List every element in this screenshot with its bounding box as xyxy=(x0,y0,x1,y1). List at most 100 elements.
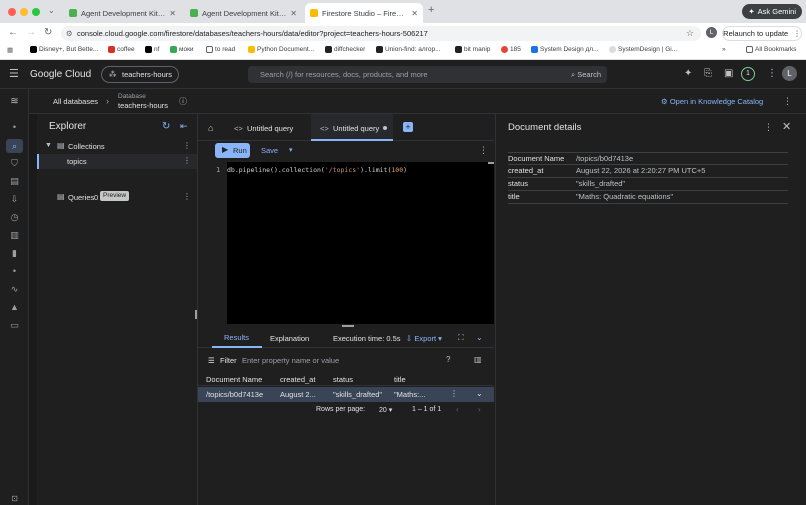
explorer-resize-handle[interactable] xyxy=(195,310,197,319)
bookmark-item[interactable]: diffchecker xyxy=(325,46,365,53)
cloud-shell-icon[interactable]: ▣ xyxy=(724,69,733,79)
save-button[interactable]: Save xyxy=(261,146,278,155)
browser-tab-1[interactable]: Agent Development Kit Dev UI ✕ xyxy=(64,3,181,23)
window-maximize-button[interactable] xyxy=(32,8,40,16)
kebab-menu-icon[interactable]: ⋮ xyxy=(764,122,773,133)
search-button[interactable]: ⌕ Search xyxy=(571,66,601,83)
filter-input[interactable]: Enter property name or value xyxy=(242,356,339,365)
next-page-icon[interactable]: › xyxy=(478,405,481,414)
project-selector[interactable]: ⁂ teachers-hours xyxy=(101,66,179,83)
gemini-spark-icon[interactable]: ✦ xyxy=(684,69,692,79)
scrollbar-thumb[interactable] xyxy=(488,162,494,164)
chevron-down-icon[interactable]: ⌄ xyxy=(476,333,483,342)
kebab-menu-icon[interactable]: ⋮ xyxy=(450,389,458,398)
column-header[interactable]: Document Name xyxy=(206,375,262,384)
refresh-icon[interactable]: ↻ xyxy=(162,121,170,132)
site-info-icon[interactable]: ⚙ xyxy=(66,26,73,41)
close-tab-icon[interactable]: ✕ xyxy=(411,9,418,18)
all-bookmarks-folder[interactable]: All Bookmarks xyxy=(746,46,797,53)
close-icon[interactable]: ✕ xyxy=(782,120,791,133)
run-button[interactable]: ▶ Run xyxy=(215,143,250,158)
bookmark-folder[interactable]: to read xyxy=(206,46,235,53)
bookmark-item[interactable]: Disney+, But Bette... xyxy=(30,46,98,53)
info-icon[interactable]: ⓘ xyxy=(179,96,187,107)
hamburger-menu-icon[interactable]: ☰ xyxy=(9,69,19,80)
apps-grid-icon[interactable]: ▦ xyxy=(7,46,13,54)
back-arrow-icon[interactable]: ← xyxy=(8,27,18,38)
reload-icon[interactable]: ↻ xyxy=(44,27,52,38)
query-tab-2-active[interactable]: <> Untitled query xyxy=(311,114,393,141)
profile-avatar[interactable]: L xyxy=(706,27,717,38)
relaunch-button[interactable]: Relaunch to update ⋮ xyxy=(722,26,802,41)
help-icon[interactable]: ? xyxy=(446,355,450,364)
notifications-badge[interactable]: 1 xyxy=(741,67,755,81)
firestore-logo-icon[interactable]: ≋ xyxy=(9,97,20,107)
close-tab-icon[interactable]: ✕ xyxy=(290,9,297,18)
add-query-tab-icon[interactable]: + xyxy=(403,122,413,132)
collapse-panel-icon[interactable]: ⇤ xyxy=(180,121,188,132)
database-name[interactable]: teachers-hours xyxy=(118,101,168,110)
import-export-icon[interactable]: ⇩ xyxy=(9,195,20,204)
tab-search-icon[interactable]: ⌄ xyxy=(48,6,55,15)
browser-tab-active[interactable]: Firestore Studio – Firestore ✕ xyxy=(305,3,423,23)
rows-per-page-select[interactable]: 20 ▾ xyxy=(379,406,392,414)
query-tab-1[interactable]: <> Untitled query xyxy=(228,114,308,141)
collection-item-topics[interactable]: topics ⋮ xyxy=(37,154,197,169)
table-row[interactable]: /topics/b0d7413e August 2... "skills_dra… xyxy=(198,387,494,402)
knowledge-catalog-link[interactable]: ⚙ Open in Knowledge Catalog xyxy=(661,97,763,106)
address-bar[interactable]: ⚙ console.cloud.google.com/firestore/dat… xyxy=(61,26,701,41)
bookmark-item[interactable]: 185 xyxy=(501,46,521,53)
bookmark-item[interactable]: моки xyxy=(170,46,194,53)
monitoring-icon[interactable]: ▲ xyxy=(9,303,20,312)
account-avatar[interactable]: L xyxy=(782,66,797,81)
bookmark-item[interactable]: System Design дл... xyxy=(531,46,599,53)
new-tab-icon[interactable]: + xyxy=(428,4,434,16)
column-header[interactable]: title xyxy=(394,375,406,384)
column-picker-icon[interactable]: ▥ xyxy=(474,355,482,364)
kebab-menu-icon[interactable]: ⋮ xyxy=(183,192,191,201)
code-editor[interactable]: db.pipeline().collection('/topics').limi… xyxy=(227,162,494,324)
window-minimize-button[interactable] xyxy=(20,8,28,16)
kebab-menu-icon[interactable]: ⋮ xyxy=(183,156,191,165)
kebab-menu-icon[interactable]: ⋮ xyxy=(767,69,777,79)
prev-page-icon[interactable]: ‹ xyxy=(456,405,459,414)
column-header[interactable]: created_at xyxy=(280,375,315,384)
queries-tree-node[interactable]: ▤ Queries 0 Preview ⋮ xyxy=(37,190,197,204)
save-options-chevron-icon[interactable]: ▾ xyxy=(289,146,293,154)
kebab-menu-icon[interactable]: ⋮ xyxy=(783,96,792,107)
history-icon[interactable]: ◷ xyxy=(9,213,20,222)
close-tab-icon[interactable]: ✕ xyxy=(169,9,176,18)
home-icon[interactable]: ⌂ xyxy=(208,123,213,133)
fullscreen-icon[interactable]: ⛶ xyxy=(458,333,464,343)
bookmark-item[interactable]: nf xyxy=(145,46,159,53)
collapse-nav-icon[interactable]: ⊡ xyxy=(9,494,20,503)
collections-tree-node[interactable]: ▼ ▤ Collections ⋮ xyxy=(37,140,197,153)
export-button[interactable]: ⇩ Export ▾ xyxy=(406,334,442,343)
more-bookmarks-icon[interactable]: » xyxy=(722,46,726,53)
shield-icon[interactable]: ⛉ xyxy=(9,159,20,168)
kebab-menu-icon[interactable]: ⋮ xyxy=(183,141,191,150)
gcp-logo[interactable]: Google Cloud xyxy=(30,69,91,80)
bookmark-item[interactable]: Union-find: алгор... xyxy=(376,46,441,53)
expand-row-chevron-icon[interactable]: ⌄ xyxy=(476,389,483,398)
usage-chart-icon[interactable]: ▮ xyxy=(9,249,20,258)
explanation-tab[interactable]: Explanation xyxy=(270,334,309,343)
bookmark-item[interactable]: bit manip xyxy=(455,46,490,53)
bookmark-item[interactable]: coffee xyxy=(108,46,135,53)
forward-arrow-icon[interactable]: → xyxy=(26,27,36,38)
trash-icon[interactable]: ▥ xyxy=(9,231,20,240)
bookmark-item[interactable]: SystemDesign | Gi... xyxy=(609,46,677,53)
keyboard-icon[interactable]: ▭ xyxy=(9,321,20,330)
bookmark-item[interactable]: Python Document... xyxy=(248,46,314,53)
bookmark-star-icon[interactable]: ☆ xyxy=(686,26,694,41)
ask-gemini-button[interactable]: ✦ Ask Gemini xyxy=(742,4,802,19)
document-icon[interactable]: ▤ xyxy=(9,177,20,186)
search-input[interactable]: Search (/) for resources, docs, products… xyxy=(248,66,607,83)
browser-tab-2[interactable]: Agent Development Kit Dev UI ✕ xyxy=(185,3,302,23)
trend-line-icon[interactable]: ∿ xyxy=(9,285,20,294)
all-databases-link[interactable]: All databases xyxy=(53,97,98,106)
column-header[interactable]: status xyxy=(333,375,353,384)
window-close-button[interactable] xyxy=(8,8,16,16)
kebab-menu-icon[interactable]: ⋮ xyxy=(479,145,488,156)
search-icon[interactable]: ⌕ xyxy=(6,139,23,153)
